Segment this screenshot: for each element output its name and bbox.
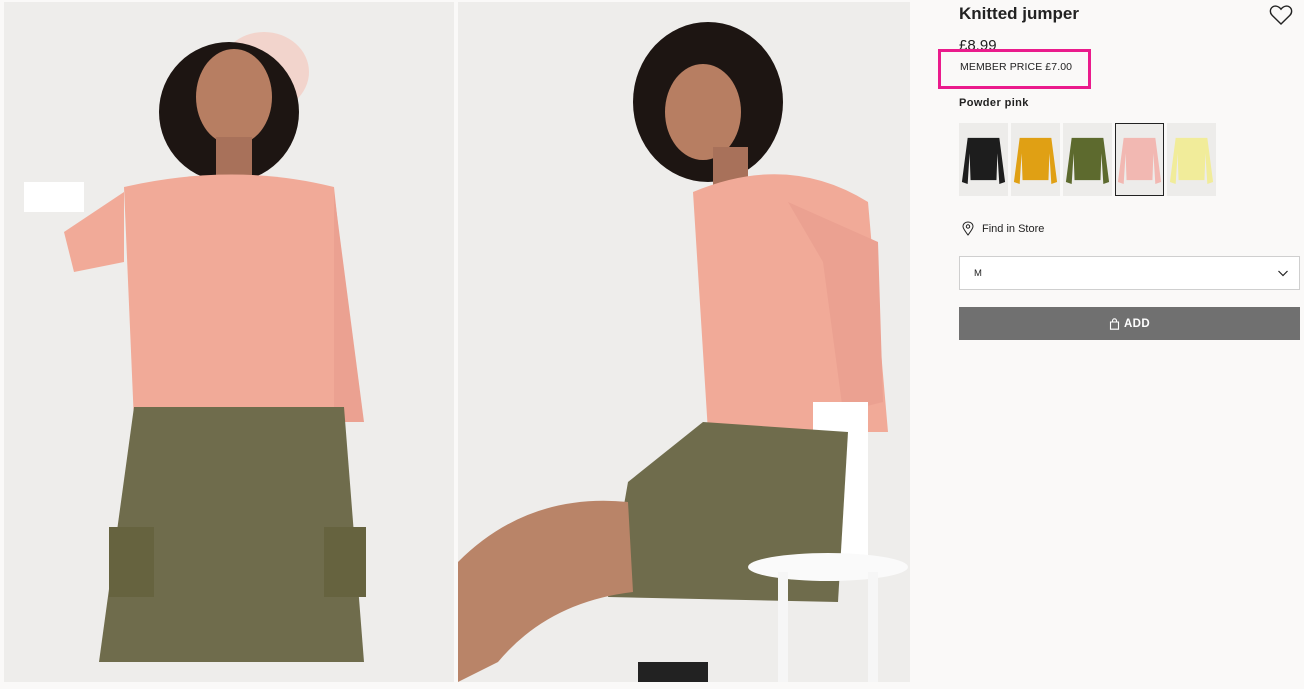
chevron-down-icon xyxy=(1278,270,1288,277)
member-price: MEMBER PRICE £7.00 xyxy=(960,61,1073,73)
selected-color-name: Powder pink xyxy=(959,97,1029,109)
product-details: Knitted jumper £8.99 MEMBER PRICE £7.00 … xyxy=(938,0,1304,689)
size-dropdown[interactable]: M xyxy=(959,256,1300,290)
find-in-store-link[interactable]: Find in Store xyxy=(962,221,1044,236)
swatch-black[interactable] xyxy=(959,123,1008,196)
swatch-mustard[interactable] xyxy=(1011,123,1060,196)
color-swatches xyxy=(959,123,1216,196)
selected-size: M xyxy=(974,268,982,279)
jumper-thumbnail-mustard xyxy=(1013,137,1058,184)
jumper-thumbnail-powder-pink xyxy=(1117,137,1162,184)
heart-icon[interactable] xyxy=(1269,4,1293,26)
model-side-photo xyxy=(458,2,910,682)
find-in-store-label: Find in Store xyxy=(982,222,1045,235)
jumper-thumbnail-black xyxy=(961,137,1006,184)
add-button-label: ADD xyxy=(1123,317,1151,330)
location-pin-icon xyxy=(962,221,974,236)
product-title: Knitted jumper xyxy=(959,4,1079,23)
product-price: £8.99 xyxy=(959,37,997,49)
swatch-khaki[interactable] xyxy=(1063,123,1112,196)
jumper-thumbnail-light-yellow xyxy=(1169,137,1214,184)
model-front-photo xyxy=(4,2,454,682)
product-image-front[interactable] xyxy=(4,2,454,682)
swatch-light-yellow[interactable] xyxy=(1167,123,1216,196)
product-gallery xyxy=(0,0,912,689)
add-to-bag-button[interactable]: ADD xyxy=(959,307,1300,340)
swatch-powder-pink[interactable] xyxy=(1115,123,1164,196)
product-image-side[interactable] xyxy=(458,2,910,682)
bag-icon xyxy=(1109,317,1119,330)
jumper-thumbnail-khaki xyxy=(1065,137,1110,184)
